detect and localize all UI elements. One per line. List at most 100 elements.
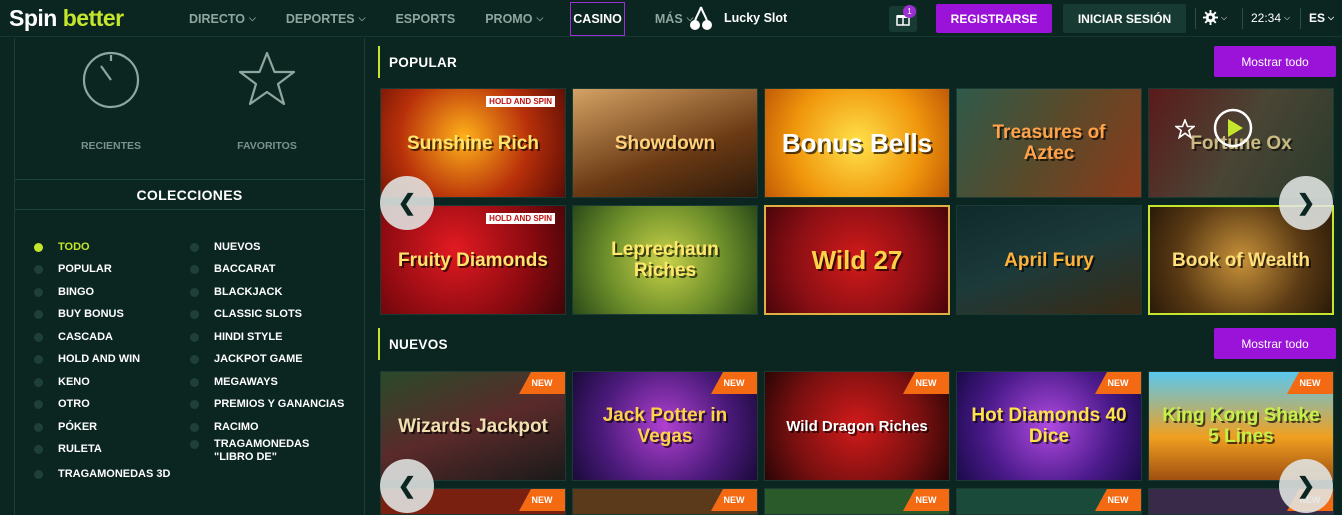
new-badge: NEW [519,489,565,511]
game-tile[interactable]: NEW Wild Dragon Riches [764,371,950,481]
collection-label: TODO [58,241,90,253]
game-tile[interactable]: Leprechaun Riches [572,205,758,315]
language-selector[interactable]: ES ⌵ [1309,11,1334,25]
bullet-dot [190,265,199,274]
game-title: Showdown [614,132,716,154]
lucky-slot-link[interactable]: Lucky Slot [690,5,787,31]
bullet-dot [190,355,199,364]
collection-keno[interactable]: KENO [34,376,90,389]
chevron-down-icon: ⌵ [536,13,544,23]
collection-label: HOLD AND WIN [58,353,141,365]
collection-label: TRAGAMONEDAS 3D [58,468,171,480]
collection-label: CASCADA [58,331,113,343]
carousel-next-button[interactable]: ❯ [1279,459,1333,513]
game-title: Hot Diamonds 40 Dice [971,405,1127,447]
game-tile[interactable]: NEW [956,488,1142,515]
favorites-button[interactable]: FAVORITOS [207,50,327,152]
collection-label: PREMIOS Y GANANCIAS [214,398,345,410]
collection-jackpot-game[interactable]: JACKPOT GAME [190,353,303,366]
nav-deportes[interactable]: DEPORTES ⌵ [286,12,366,26]
collection-classic-slots[interactable]: CLASSIC SLOTS [190,308,302,321]
collection-premios[interactable]: PREMIOS Y GANANCIAS [190,398,344,411]
collection-label: OTRO [58,398,90,410]
collection-label: BINGO [58,286,95,298]
game-tile[interactable]: NEW Hot Diamonds 40 Dice [956,371,1142,481]
game-title: Jack Potter in Vegas [602,405,728,447]
game-title: King Kong Shake 5 Lines [1162,405,1320,447]
nav-esports-label: ESPORTS [395,11,456,26]
carousel-next-button[interactable]: ❯ [1279,176,1333,230]
nav-directo[interactable]: DIRECTO ⌵ [189,12,256,26]
register-button[interactable]: REGISTRARSE [936,4,1052,33]
collection-bingo[interactable]: BINGO [34,286,94,299]
game-title: Wild 27 [811,245,903,275]
bullet-dot [190,440,199,449]
collection-hold-and-win[interactable]: HOLD AND WIN [34,353,140,366]
collection-label: MEGAWAYS [214,376,278,388]
game-tile[interactable]: NEW Jack Potter in Vegas [572,371,758,481]
collection-baccarat[interactable]: BACCARAT [190,263,276,276]
collection-megaways[interactable]: MEGAWAYS [190,376,278,389]
bullet-dot [34,378,43,387]
collection-otro[interactable]: OTRO [34,398,90,411]
nav-casino[interactable]: CASINO [570,1,625,36]
nav-directo-label: DIRECTO [189,11,246,26]
collection-tragamonedas-3d[interactable]: TRAGAMONEDAS 3D [34,468,170,481]
collection-blackjack[interactable]: BLACKJACK [190,286,282,299]
collection-buy-bonus[interactable]: BUY BONUS [34,308,124,321]
collection-libro-de[interactable]: TRAGAMONEDAS "LIBRO DE" [190,438,340,464]
collection-label: HINDI STYLE [214,331,283,343]
collection-label: BACCARAT [214,263,276,275]
collection-label: NUEVOS [214,241,261,253]
nav-promo[interactable]: PROMO ⌵ [485,12,543,26]
chevron-left-icon: ❮ [397,473,417,498]
new-badge: NEW [903,489,949,511]
favorites-label: FAVORITOS [237,140,297,152]
recent-games-button[interactable]: RECIENTES [51,50,171,152]
recent-icon [82,51,140,109]
play-icon[interactable] [1213,108,1253,148]
favorite-star-icon[interactable] [1175,119,1195,139]
collection-ruleta[interactable]: RULETA [34,443,102,456]
chevron-right-icon: ❯ [1296,190,1316,215]
settings-button[interactable]: ⌵ [1203,10,1227,25]
collection-poker[interactable]: PÓKER [34,421,97,434]
bullet-dot [34,470,43,479]
game-tile[interactable]: April Fury [956,205,1142,315]
collection-nuevos[interactable]: NUEVOS [190,241,260,254]
bullet-dot [190,310,199,319]
game-tile[interactable]: Wild 27 [764,205,950,315]
login-button[interactable]: INICIAR SESIÓN [1063,4,1186,33]
nav-mas[interactable]: MÁS ⌵ [655,12,694,26]
collection-racimo[interactable]: RACIMO [190,421,259,434]
chevron-left-icon: ❮ [397,190,417,215]
popular-show-all-button[interactable]: Mostrar todo [1214,46,1336,77]
main-nav: DIRECTO ⌵ DEPORTES ⌵ ESPORTS PROMO ⌵ CASINO… [189,0,724,37]
game-tile[interactable]: Treasures of Aztec [956,88,1142,198]
game-tile[interactable]: NEW [764,488,950,515]
new-badge: NEW [1287,372,1333,394]
carousel-prev-button[interactable]: ❮ [380,459,434,513]
bullet-dot [190,423,199,432]
game-tile[interactable]: Showdown [572,88,758,198]
chevron-down-icon: ⌵ [1284,13,1291,22]
nav-deportes-label: DEPORTES [285,11,355,26]
sidebar: RECIENTES FAVORITOS COLECCIONES TODO POP… [14,38,365,515]
collection-cascada[interactable]: CASCADA [34,331,113,344]
clock-selector[interactable]: 22:34 ⌵ [1251,11,1290,25]
game-tile[interactable]: NEW [572,488,758,515]
game-title: Treasures of Aztec [992,122,1106,164]
new-badge: NEW [519,372,565,394]
nav-esports[interactable]: ESPORTS [395,12,455,26]
spinbetter-logo[interactable]: Spin better [9,6,124,30]
collection-todo[interactable]: TODO [34,241,90,254]
gift-button[interactable]: 1 [889,5,917,32]
game-tile[interactable]: Bonus Bells [764,88,950,198]
bullet-dot [34,310,43,319]
new-show-all-button[interactable]: Mostrar todo [1214,328,1336,359]
collection-popular[interactable]: POPULAR [34,263,112,276]
carousel-prev-button[interactable]: ❮ [380,176,434,230]
collections-title: COLECCIONES [15,179,364,210]
collection-hindi-style[interactable]: HINDI STYLE [190,331,282,344]
bullet-dot [190,378,199,387]
